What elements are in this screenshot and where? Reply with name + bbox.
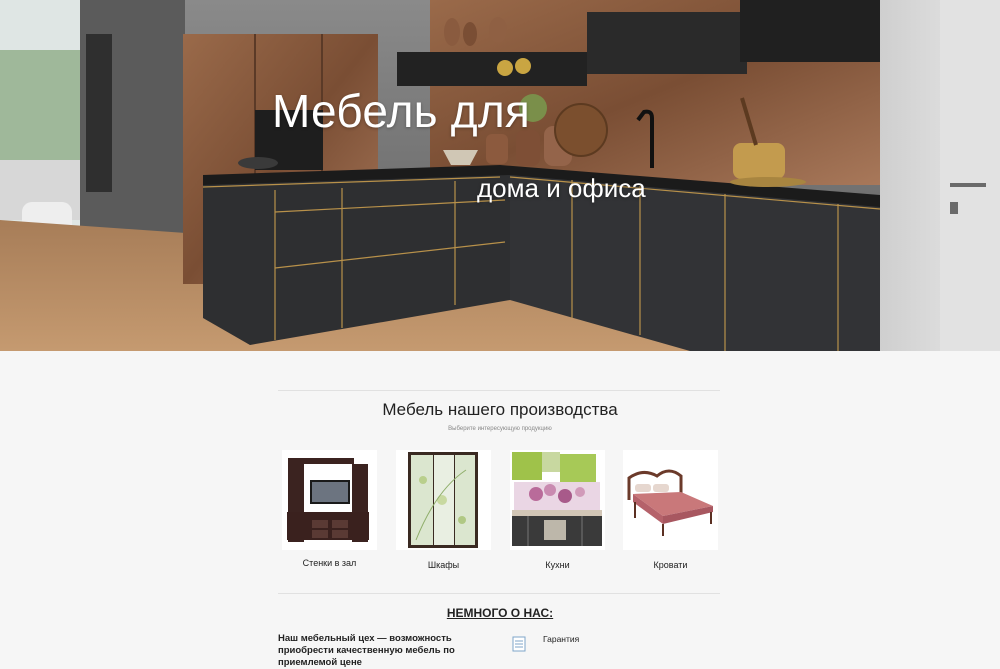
product-label-wall-units[interactable]: Стенки в зал — [272, 558, 387, 568]
product-label-beds[interactable]: Кровати — [613, 560, 728, 570]
wall-unit-image[interactable] — [282, 450, 377, 550]
wardrobe-image[interactable] — [396, 450, 491, 550]
product-label-kitchens[interactable]: Кухни — [500, 560, 615, 570]
product-card-wardrobes[interactable]: Шкафы — [396, 450, 491, 575]
about-text: Наш мебельный цех — возможность приобрес… — [278, 633, 455, 668]
hero-title-line-2: дома и офиса — [477, 173, 646, 203]
product-card-wall-units[interactable]: Стенки в зал — [282, 450, 377, 575]
product-card-kitchens[interactable]: Кухни — [510, 450, 605, 575]
product-card-beds[interactable]: Кровати — [623, 450, 718, 575]
section-divider-about — [278, 593, 720, 594]
about-title: НЕМНОГО О НАС: — [446, 606, 554, 620]
bed-image[interactable] — [623, 450, 718, 550]
section-divider-top — [278, 390, 720, 391]
product-label-wardrobes[interactable]: Шкафы — [386, 560, 501, 570]
products-section-title: Мебель нашего производства — [382, 400, 618, 419]
feature-label-warranty: Гарантия — [543, 634, 580, 644]
kitchen-image[interactable] — [510, 450, 605, 550]
products-section-subtitle: Выберите интересующую продукцию — [448, 426, 552, 432]
hero-title-line-1: Мебель для — [272, 85, 530, 137]
hero-banner: Мебель для дома и офиса — [0, 0, 1000, 351]
